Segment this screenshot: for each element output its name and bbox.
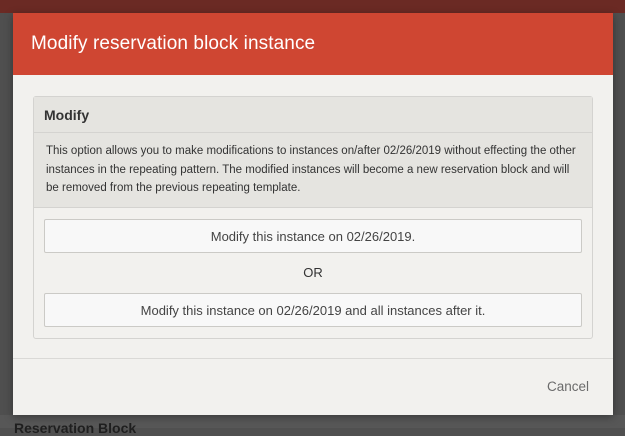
background-left [0,13,13,428]
background-top-bar [0,0,625,13]
panel-description: This option allows you to make modificat… [34,133,592,208]
dialog-title: Modify reservation block instance [31,33,316,54]
modify-instance-and-after-button[interactable]: Modify this instance on 02/26/2019 and a… [44,293,582,327]
cancel-button[interactable]: Cancel [547,379,589,394]
modify-instance-dialog: Modify reservation block instance Modify… [13,13,613,415]
modify-single-instance-button[interactable]: Modify this instance on 02/26/2019. [44,219,582,253]
background-heading: Reservation Block [14,420,137,436]
dialog-header: Modify reservation block instance [13,13,613,75]
modify-panel: Modify This option allows you to make mo… [33,96,593,339]
or-separator: OR [303,265,323,280]
panel-title: Modify [44,106,90,123]
footer-divider [13,358,613,359]
background-right [613,13,625,428]
panel-heading: Modify [34,97,592,133]
